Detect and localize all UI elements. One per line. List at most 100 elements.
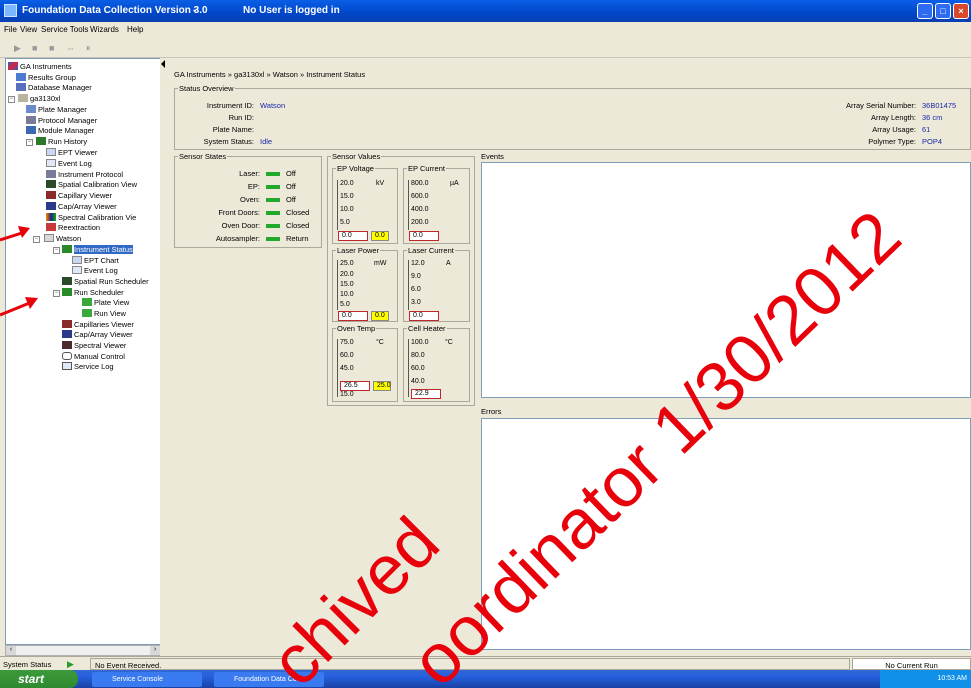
tick-label: 75.0 — [340, 339, 354, 346]
stop-icon[interactable]: ■ — [32, 43, 42, 53]
tree-item-spatial-run-scheduler[interactable]: Spatial Run Scheduler — [62, 277, 149, 287]
tree-item-ga3130xl[interactable]: ga3130xl — [18, 94, 60, 104]
oven-door-state: Closed — [286, 221, 310, 230]
menu-file[interactable]: File — [4, 25, 17, 34]
capillary-icon — [62, 320, 72, 328]
cell-heater-title: Cell Heater — [408, 324, 446, 333]
pause-icon[interactable]: ■ — [49, 43, 59, 53]
tree-item-module-manager[interactable]: Module Manager — [26, 126, 94, 136]
laser-current-title: Laser Current — [408, 246, 454, 255]
tree-item-ga-instruments[interactable]: GA Instruments — [8, 62, 72, 72]
tree-item-run-scheduler[interactable]: Run Scheduler — [62, 288, 124, 298]
array-usage-label: Array Usage: — [872, 125, 916, 134]
spatial-icon — [62, 277, 72, 285]
tick-label: 60.0 — [411, 365, 425, 372]
tree-item-service-log[interactable]: Service Log — [62, 362, 114, 372]
run-status: No Current Run — [852, 658, 971, 670]
menu-view[interactable]: View — [20, 25, 37, 34]
tree-label: Run Scheduler — [74, 288, 124, 297]
autosampler-led — [266, 237, 280, 241]
collapse-icon[interactable]: − — [53, 247, 60, 254]
tree-item-ept-chart[interactable]: EPT Chart — [72, 256, 119, 266]
tree-item-cap-array-viewer[interactable]: Cap/Array Viewer — [46, 202, 117, 212]
ep-current-actual: 0.0 — [409, 231, 439, 241]
collapse-icon[interactable]: − — [26, 139, 33, 146]
array-icon — [46, 202, 56, 210]
suspend-icon[interactable]: ⏸ — [86, 43, 96, 53]
collapse-icon[interactable]: − — [53, 290, 60, 297]
breadcrumb: GA Instruments » ga3130xl » Watson » Ins… — [174, 70, 366, 79]
tree-item-database-manager[interactable]: Database Manager — [16, 83, 92, 93]
collapse-icon[interactable]: − — [8, 96, 15, 103]
gauge-axis — [408, 260, 409, 310]
scroll-left-icon[interactable]: ‹ — [6, 646, 16, 655]
tree-item-instrument-protocol[interactable]: Instrument Protocol — [46, 170, 123, 180]
menu-help[interactable]: Help — [127, 25, 143, 34]
start-button[interactable]: start — [0, 670, 78, 688]
tree-item-plate-manager[interactable]: Plate Manager — [26, 105, 87, 115]
tree-label: Protocol Manager — [38, 116, 98, 125]
tree-horizontal-scrollbar[interactable]: ‹ › — [5, 645, 161, 656]
skip-icon[interactable]: ⇔ — [66, 43, 76, 53]
tree-label: Watson — [56, 234, 82, 243]
task-service-console[interactable]: Service Console — [92, 672, 202, 687]
protocol-icon — [26, 116, 36, 124]
front-doors-label: Front Doors: — [218, 208, 260, 217]
scroll-right-icon[interactable]: › — [150, 646, 160, 655]
tick-label: 3.0 — [411, 299, 421, 306]
results-group-icon — [16, 73, 26, 81]
tree-item-results-group[interactable]: Results Group — [16, 73, 76, 83]
tick-label: 10.0 — [340, 291, 354, 298]
tree-item-spatial-calibration[interactable]: Spatial Calibration View — [46, 180, 137, 190]
panel-splitter[interactable] — [160, 58, 168, 658]
ep-voltage-setpoint: 0.0 — [371, 231, 389, 241]
tree-item-capillary-viewer[interactable]: Capillary Viewer — [46, 191, 112, 201]
instrument-id-value: Watson — [260, 101, 286, 110]
ga-instruments-icon — [8, 62, 18, 70]
tree-item-spectral-viewer[interactable]: Spectral Viewer — [62, 341, 126, 351]
tree-item-ept-viewer[interactable]: EPT Viewer — [46, 148, 97, 158]
tree-item-protocol-manager[interactable]: Protocol Manager — [26, 116, 97, 126]
tree-item-spectral-calibration[interactable]: Spectral Calibration Vie — [46, 213, 136, 223]
tick-label: 80.0 — [411, 352, 425, 359]
play-icon[interactable]: ▶ — [14, 43, 24, 53]
menu-service-tools[interactable]: Service Tools — [41, 25, 88, 34]
status-overview-legend: Status Overview — [179, 84, 234, 93]
task-foundation-data[interactable]: Foundation Data Col... — [214, 672, 324, 687]
menu-bar: File View Service Tools Wizards Help — [0, 22, 971, 38]
collapse-left-icon[interactable] — [161, 60, 165, 68]
tree-label: Cap/Array Viewer — [58, 202, 117, 211]
errors-list[interactable] — [481, 418, 971, 650]
tree-item-watson[interactable]: Watson — [44, 234, 81, 244]
close-button[interactable]: × — [953, 3, 969, 19]
tree-label: Spatial Run Scheduler — [74, 277, 149, 286]
tree-item-reextraction[interactable]: Reextraction — [46, 223, 100, 233]
chart-icon — [46, 148, 56, 156]
ep-led — [266, 185, 280, 189]
ep-voltage-title: EP Voltage — [337, 164, 374, 173]
tree-item-instrument-status[interactable]: Instrument Status — [62, 245, 133, 255]
tree-item-cap-array-viewer[interactable]: Cap/Array Viewer — [62, 330, 133, 340]
tree-item-event-log[interactable]: Event Log — [46, 159, 92, 169]
errors-legend: Errors — [481, 407, 502, 416]
tree-item-plate-view[interactable]: Plate View — [82, 298, 129, 308]
tick-label: 60.0 — [340, 352, 354, 359]
cell-heater-actual: 22.9 — [411, 389, 441, 399]
tree-item-manual-control[interactable]: Manual Control — [62, 352, 125, 362]
protocol-icon — [46, 170, 56, 178]
menu-wizards[interactable]: Wizards — [90, 25, 119, 34]
tree-item-run-history[interactable]: Run History — [36, 137, 87, 147]
tree-item-capillaries-viewer[interactable]: Capillaries Viewer — [62, 320, 134, 330]
tick-label: 600.0 — [411, 193, 429, 200]
ep-state: Off — [286, 182, 296, 191]
gauge-axis — [337, 260, 338, 310]
events-list[interactable] — [481, 162, 971, 398]
module-icon — [26, 126, 36, 134]
maximize-button[interactable]: □ — [935, 3, 951, 19]
tree-item-run-view[interactable]: Run View — [82, 309, 126, 319]
run-id-label: Run ID: — [228, 113, 254, 122]
laser-led — [266, 172, 280, 176]
plate-icon — [82, 298, 92, 306]
minimize-button[interactable]: _ — [917, 3, 933, 19]
tree-item-event-log[interactable]: Event Log — [72, 266, 118, 276]
